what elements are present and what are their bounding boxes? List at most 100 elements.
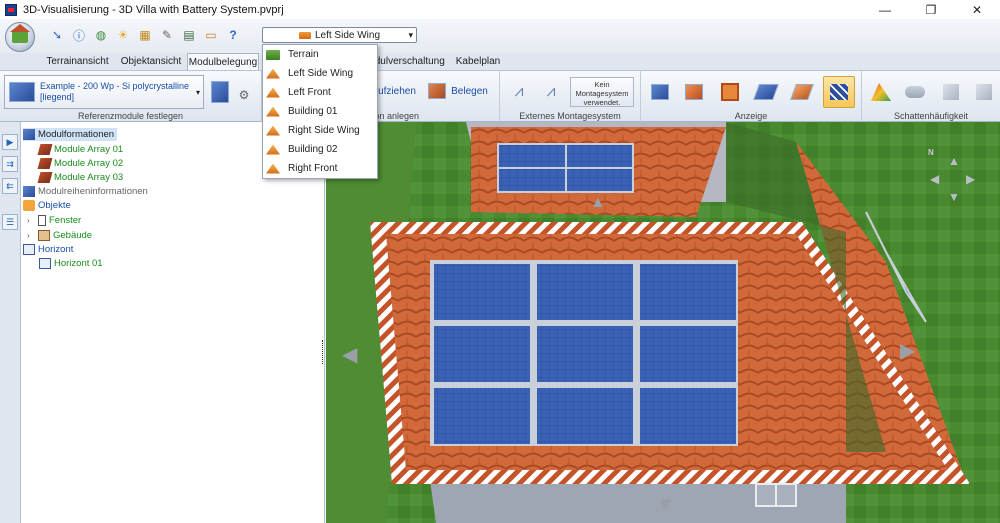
grid-icon[interactable]: ▦ [136, 26, 154, 44]
help-icon[interactable]: ? [224, 26, 242, 44]
group-label-anzeige: Anzeige [734, 111, 768, 121]
display-array-button[interactable] [751, 77, 781, 107]
view-option-building-02[interactable]: Building 02 [263, 140, 377, 159]
tab-kabelplan[interactable]: Kabelplan [452, 53, 504, 70]
arrow-icon[interactable]: ➘ [48, 26, 66, 44]
minimize-button[interactable]: — [862, 0, 908, 19]
surface-icon [976, 84, 992, 100]
roof-module-icon [428, 83, 447, 99]
compass-left-icon[interactable]: ◀ [930, 172, 939, 186]
add-module-button[interactable] [208, 77, 232, 107]
tab-modulbelegung[interactable]: Modulbelegung [187, 53, 259, 70]
tab-modulverschaltung[interactable]: odulverschaltung [366, 53, 448, 70]
compass-up-icon[interactable]: ▲ [948, 154, 960, 168]
window-icon [38, 215, 46, 226]
display-roof-face-button[interactable] [787, 77, 817, 107]
globe-icon[interactable]: ◍ [92, 26, 110, 44]
shadow-roof-button[interactable] [866, 77, 896, 107]
reference-module-select[interactable]: Example - 200 Wp - Si polycrystalline [l… [4, 75, 204, 109]
view-dropdown-menu: Terrain Left Side Wing Left Front Buildi… [262, 44, 378, 179]
wrench-icon[interactable]: ✎ [158, 26, 176, 44]
view-option-left-side-wing[interactable]: Left Side Wing [263, 64, 377, 83]
display-roof-button[interactable] [679, 77, 709, 107]
group-anzeige: Anzeige [641, 71, 862, 123]
view-option-building-01[interactable]: Building 01 [263, 102, 377, 121]
info-icon[interactable]: ⓘ [70, 26, 88, 44]
play-icon[interactable]: ▶ [2, 134, 18, 150]
belegen-button[interactable]: Belegen [424, 77, 492, 105]
ribbon: Example - 200 Wp - Si polycrystalline [l… [0, 70, 1000, 123]
group-referenzmodule: Example - 200 Wp - Si polycrystalline [l… [0, 71, 262, 123]
close-button[interactable]: ✕ [954, 0, 1000, 19]
left-toolbar: ▶ ⇉ ⇇ ☰ [0, 122, 21, 523]
shadow-surface-button[interactable] [970, 77, 998, 107]
pan-left-arrow-icon[interactable]: ◀ [342, 342, 366, 366]
shadow-tube-button[interactable] [900, 77, 930, 107]
title-bar: 3D-Visualisierung - 3D Villa with Batter… [0, 0, 1000, 19]
aufziehen-button[interactable]: ufziehen [374, 77, 420, 105]
tree-expand-icon[interactable]: ⇉ [2, 156, 18, 172]
view-selector[interactable]: Left Side Wing ▾ [262, 27, 417, 43]
roof-icon [266, 163, 280, 174]
view-option-right-side-wing[interactable]: Right Side Wing [263, 121, 377, 140]
folder-icon[interactable]: ▭ [202, 26, 220, 44]
module-array-icon [37, 158, 53, 169]
tree-item-horizont[interactable]: Horizont [23, 243, 73, 256]
tab-terrainansicht[interactable]: Terrainansicht [40, 53, 115, 70]
module-array-icon [37, 172, 53, 183]
expand-icon[interactable]: › [27, 231, 36, 240]
view-option-terrain[interactable]: Terrain [263, 45, 377, 64]
3d-viewport[interactable]: ▲ ◀ ▶ ▼ N ▲ ◀ ▶ ▼ [326, 122, 1000, 523]
gear-icon[interactable]: ⚙ [236, 87, 252, 103]
tube-icon [905, 86, 925, 98]
view-option-right-front[interactable]: Right Front [263, 159, 377, 178]
display-modules-button[interactable] [645, 77, 675, 107]
app-menu-button[interactable] [5, 22, 35, 52]
roof-icon [298, 31, 311, 39]
tree-item-array1[interactable]: Module Array 01 [37, 143, 123, 156]
house-orb-icon [10, 24, 30, 43]
roof-icon [266, 144, 280, 155]
panel-grid [434, 264, 736, 444]
tree-item-objekte[interactable]: Objekte [23, 199, 71, 212]
tab-objektansicht[interactable]: Objektansicht [115, 53, 187, 70]
module-formation-icon [23, 129, 35, 140]
tree-item-horizont01[interactable]: Horizont 01 [39, 257, 103, 270]
tree-item-gebaeude[interactable]: › Gebäude [27, 229, 92, 242]
panel-grid-icon [651, 84, 669, 100]
pan-down-arrow-icon[interactable]: ▼ [656, 494, 680, 518]
group-schatten: Schattenhäufigkeit [862, 71, 1000, 123]
maximize-button[interactable]: ❐ [908, 0, 954, 19]
compass-down-icon[interactable]: ▼ [948, 190, 960, 204]
pan-up-arrow-icon[interactable]: ▲ [590, 194, 606, 216]
tree-item-fenster[interactable]: › Fenster [27, 214, 81, 227]
display-selected-button[interactable] [823, 76, 855, 108]
book-icon[interactable]: ▤ [180, 26, 198, 44]
expand-icon[interactable]: › [27, 216, 36, 225]
tree-item-modulformationen[interactable]: Modulformationen [23, 128, 118, 141]
tree-collapse-icon[interactable]: ⇇ [2, 178, 18, 194]
pan-right-arrow-icon[interactable]: ▶ [900, 338, 924, 362]
tree-list-icon[interactable]: ☰ [2, 214, 18, 230]
pv-app-icon [5, 3, 17, 16]
roof-face-icon [790, 84, 814, 100]
tree-item-array3[interactable]: Module Array 03 [37, 171, 123, 184]
qat-icons: ➘ ⓘ ◍ ☀ ▦ ✎ ▤ ▭ ? [48, 26, 242, 44]
panel-splitter[interactable] [322, 340, 325, 364]
sun-icon[interactable]: ☀ [114, 26, 132, 44]
module-layout-icon [830, 84, 848, 100]
tree-item-modulreihen[interactable]: Modulreiheninformationen [23, 185, 148, 198]
compass-right-icon[interactable]: ▶ [966, 172, 975, 186]
compass[interactable]: N ▲ ◀ ▶ ▼ [926, 148, 986, 208]
mount-system-remove-icon[interactable]: ⩘ [536, 77, 566, 107]
roof-icon [266, 68, 280, 79]
shadow-box-button[interactable] [936, 77, 966, 107]
roof-icon [266, 125, 280, 136]
view-option-left-front[interactable]: Left Front [263, 83, 377, 102]
display-area-button[interactable] [715, 77, 745, 107]
mount-system-icon[interactable]: ⩘ [504, 77, 534, 107]
shadow-roof-icon [871, 83, 891, 101]
module-row-icon [23, 186, 35, 197]
group-label-schatten: Schattenhäufigkeit [893, 111, 969, 121]
tree-item-array2[interactable]: Module Array 02 [37, 157, 123, 170]
